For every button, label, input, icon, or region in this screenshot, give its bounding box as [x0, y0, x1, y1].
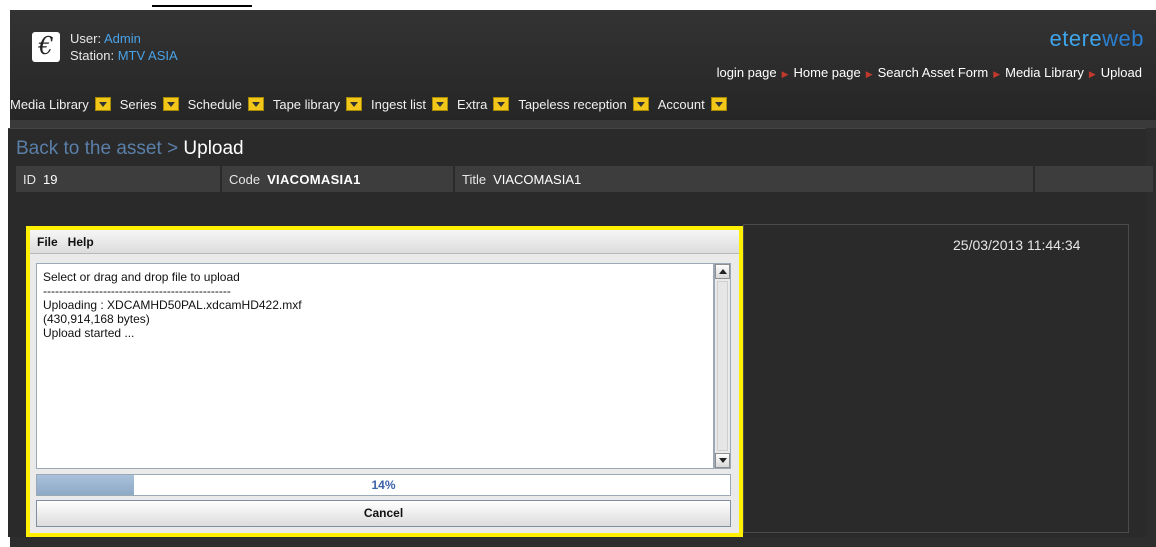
underline-fragment: [152, 5, 252, 7]
menu-schedule[interactable]: Schedule: [188, 97, 264, 112]
menu-label[interactable]: Media Library: [10, 97, 89, 112]
back-to-asset-link[interactable]: Back to the asset >: [16, 138, 178, 159]
user-value[interactable]: Admin: [104, 31, 141, 46]
asset-fields: ID 19 Code VIACOMASIA1 Title VIACOMASIA1: [16, 166, 1153, 192]
breadcrumb-media-library[interactable]: Media Library: [1005, 65, 1084, 80]
dropdown-arrow-icon[interactable]: [346, 97, 363, 111]
title-field: Title VIACOMASIA1: [455, 166, 1033, 192]
dropdown-arrow-icon[interactable]: [710, 97, 727, 111]
scroll-track[interactable]: [717, 281, 728, 451]
menu-label[interactable]: Account: [658, 97, 705, 112]
dropdown-arrow-icon[interactable]: [632, 97, 649, 111]
dropdown-arrow-icon[interactable]: [431, 97, 448, 111]
breadcrumb: login page ▶ Home page ▶ Search Asset Form ▶ M…: [717, 65, 1142, 80]
log-line: Select or drag and drop file to upload: [43, 270, 240, 284]
menu-label[interactable]: Tapeless reception: [518, 97, 626, 112]
station-value[interactable]: MTV ASIA: [118, 48, 178, 63]
station-label: Station:: [70, 48, 115, 63]
header-divider: [10, 120, 1156, 128]
upload-applet: File Help Select or drag and drop file t…: [26, 226, 743, 537]
user-info: User: Admin Station: MTV ASIA: [70, 30, 178, 64]
log-line: Upload started ...: [43, 326, 135, 340]
progress-label: 14%: [371, 478, 396, 492]
top-strip: [0, 0, 1156, 10]
menu-extra[interactable]: Extra: [457, 97, 510, 112]
etere-logo: €: [32, 32, 60, 62]
user-label: User:: [70, 31, 102, 46]
title-label: Title: [462, 171, 487, 187]
menu-account[interactable]: Account: [658, 97, 727, 112]
dropdown-arrow-icon[interactable]: [162, 97, 179, 111]
brand-logo: etereweb: [1049, 26, 1144, 52]
id-label: ID: [23, 171, 36, 187]
dropdown-arrow-icon[interactable]: [247, 97, 264, 111]
dropdown-arrow-icon[interactable]: [94, 97, 111, 111]
code-field: Code VIACOMASIA1: [222, 166, 453, 192]
menu-series[interactable]: Series: [120, 97, 179, 112]
id-field: ID 19: [16, 166, 220, 192]
menu-label[interactable]: Extra: [457, 97, 487, 112]
breadcrumb-separator-icon: ▶: [781, 69, 789, 79]
title-value: VIACOMASIA1: [493, 171, 582, 187]
cancel-button[interactable]: Cancel: [36, 500, 731, 527]
menu-help[interactable]: Help: [68, 235, 94, 249]
scroll-down-icon[interactable]: [715, 453, 730, 468]
breadcrumb-search-asset[interactable]: Search Asset Form: [878, 65, 989, 80]
header: € User: Admin Station: MTV ASIA etereweb…: [10, 10, 1156, 120]
page-title-text: Upload: [183, 138, 244, 159]
id-value: 19: [43, 171, 58, 187]
brand-part1: etere: [1049, 26, 1103, 51]
menu-label[interactable]: Tape library: [273, 97, 340, 112]
breadcrumb-login[interactable]: login page: [717, 65, 777, 80]
brand-part2: web: [1102, 26, 1144, 51]
breadcrumb-separator-icon: ▶: [865, 69, 873, 79]
applet-menu-bar: File Help: [30, 230, 739, 254]
breadcrumb-home[interactable]: Home page: [794, 65, 861, 80]
scroll-up-icon[interactable]: [715, 264, 730, 279]
log-line: (430,914,168 bytes): [43, 312, 150, 326]
menu-file[interactable]: File: [37, 235, 58, 249]
log-line: ----------------------------------------…: [43, 284, 231, 298]
menu-label[interactable]: Schedule: [188, 97, 242, 112]
log-scrollbar[interactable]: [714, 263, 731, 469]
menu-ingest-list[interactable]: Ingest list: [371, 97, 448, 112]
upload-progress-bar: 14%: [36, 474, 731, 496]
main-menu: Media Library Series Schedule Tape libra…: [10, 92, 736, 116]
breadcrumb-separator-icon: ▶: [993, 69, 1001, 79]
breadcrumb-separator-icon: ▶: [1088, 69, 1096, 79]
timestamp: 25/03/2013 11:44:34: [953, 237, 1081, 253]
dropdown-arrow-icon[interactable]: [493, 97, 510, 111]
code-value: VIACOMASIA1: [267, 171, 361, 187]
extra-field: [1035, 166, 1153, 192]
menu-tape-library[interactable]: Tape library: [273, 97, 363, 112]
menu-media-library[interactable]: Media Library: [10, 97, 111, 112]
upload-log[interactable]: Select or drag and drop file to upload -…: [36, 263, 714, 469]
menu-tapeless-reception[interactable]: Tapeless reception: [518, 97, 649, 112]
menu-label[interactable]: Series: [120, 97, 157, 112]
menu-label[interactable]: Ingest list: [371, 97, 426, 112]
breadcrumb-upload[interactable]: Upload: [1101, 65, 1142, 80]
log-line: Uploading : XDCAMHD50PAL.xdcamHD422.mxf: [43, 298, 302, 312]
info-panel: [743, 224, 1129, 533]
page-title: Back to the asset > Upload: [16, 138, 244, 160]
code-label: Code: [229, 171, 261, 187]
